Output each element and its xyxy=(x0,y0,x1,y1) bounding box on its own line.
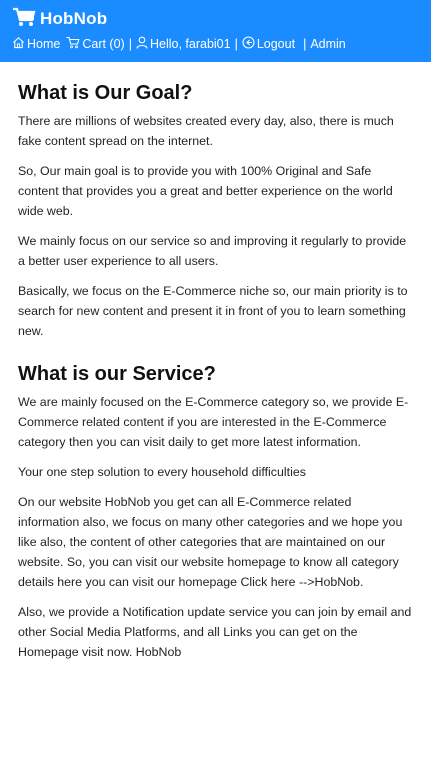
nav-cart-link[interactable]: Cart (0) xyxy=(66,36,125,52)
nav-home-label: Home xyxy=(27,37,61,51)
nav-admin-link[interactable]: Admin xyxy=(310,37,345,51)
brand-name: HobNob xyxy=(40,9,108,28)
nav-links: Home Cart (0) | Hello, farabi01 | Logout… xyxy=(12,36,419,52)
nav-logout-label: Logout xyxy=(256,37,296,51)
paragraph: Your one step solution to every househol… xyxy=(18,465,306,479)
main-content: What is Our Goal? There are millions of … xyxy=(0,62,431,662)
user-icon xyxy=(136,36,150,52)
section-heading: What is Our Goal? xyxy=(18,82,193,104)
paragraph: On our website HobNob you get can all E-… xyxy=(18,495,403,589)
paragraph: There are millions of websites created e… xyxy=(18,114,394,148)
nav-cart-label: Cart (0) xyxy=(82,37,125,51)
service-section: What is our Service? We are mainly focus… xyxy=(18,363,413,662)
nav-separator: | xyxy=(128,37,132,51)
paragraph: So, Our main goal is to provide you with… xyxy=(18,164,393,218)
nav-separator: | xyxy=(234,37,238,51)
logout-icon xyxy=(242,36,257,52)
paragraph: We mainly focus on our service so and im… xyxy=(18,234,407,268)
home-icon xyxy=(12,36,27,52)
nav-user-link[interactable]: Hello, farabi01 xyxy=(136,36,231,52)
paragraph: Also, we provide a Notification update s… xyxy=(18,605,412,659)
brand[interactable]: HobNob xyxy=(12,6,419,32)
paragraph: Basically, we focus on the E-Commerce ni… xyxy=(18,284,408,338)
section-heading: What is our Service? xyxy=(18,363,216,385)
navbar: HobNob Home Cart (0) | Hello, farabi01 |… xyxy=(0,0,431,62)
nav-logout-link[interactable]: Logout xyxy=(242,36,295,52)
nav-home-link[interactable]: Home xyxy=(12,36,60,52)
goal-section: What is Our Goal? There are millions of … xyxy=(18,82,413,341)
nav-user-label: Hello, farabi01 xyxy=(149,37,231,51)
nav-separator: | xyxy=(303,37,307,51)
cart-icon xyxy=(66,36,82,52)
cart-logo-icon xyxy=(12,7,40,32)
paragraph: We are mainly focused on the E-Commerce … xyxy=(18,395,409,449)
